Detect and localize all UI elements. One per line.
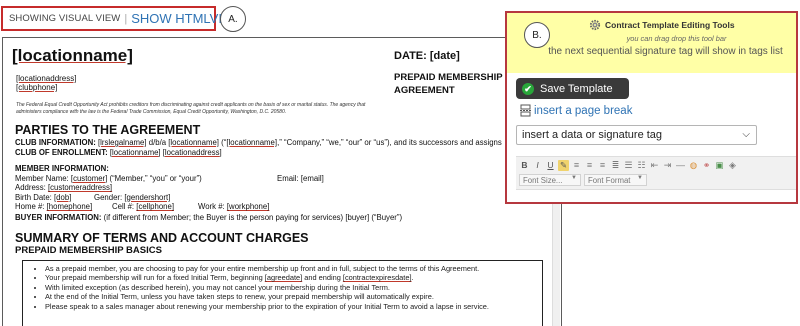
summary-heading: SUMMARY OF TERMS AND ACCOUNT CHARGES [15, 231, 309, 245]
parties-heading: PARTIES TO THE AGREEMENT [15, 123, 201, 137]
view-separator: | [124, 12, 128, 25]
data-tag-select[interactable]: insert a data or signature tag ⌵ [516, 125, 757, 145]
text-color-icon[interactable]: ◍ [688, 160, 699, 171]
tools-title: Contract Template Editing Tools [589, 19, 735, 31]
page-break-icon [520, 104, 531, 117]
tools-panel-drag-handle[interactable]: Contract Template Editing Tools you can … [507, 13, 796, 73]
location-name-tag: [locationname] [12, 46, 133, 65]
signature-tag-note: the next sequential signature tag will s… [548, 46, 783, 57]
highlight-icon[interactable]: ✎ [558, 160, 569, 171]
club-phone-tag: [clubphone] [16, 83, 58, 92]
italic-button[interactable]: I [532, 160, 543, 171]
basics-heading: PREPAID MEMBERSHIP BASICS [15, 245, 162, 256]
legal-notice: The Federal Equal Credit Opportunity Act… [16, 102, 366, 115]
chevron-down-icon: ▼ [637, 175, 643, 181]
document-editor[interactable]: [locationname] DATE: [date] [locationadd… [2, 37, 562, 326]
align-center-icon[interactable]: ≡ [584, 160, 595, 171]
chevron-down-icon: ⌵ [742, 129, 750, 140]
source-code-icon[interactable]: ◈ [727, 160, 738, 171]
check-icon: ✔ [522, 82, 534, 95]
location-address-block: [locationaddress] [clubphone] [16, 74, 76, 92]
insert-page-break-link[interactable]: insert a page break [519, 104, 632, 117]
align-left-icon[interactable]: ≡ [571, 160, 582, 171]
location-address-tag: [locationaddress] [16, 74, 77, 83]
terms-box: As a prepaid member, you are choosing to… [22, 260, 543, 326]
visual-view-label: SHOWING VISUAL VIEW [9, 13, 121, 24]
member-information: MEMBER INFORMATION: Member Name: [custom… [15, 164, 324, 212]
list-item: At the end of the Initial Term, unless y… [45, 292, 534, 301]
font-size-select[interactable]: Font Size... ▼ [519, 174, 581, 186]
view-switch: SHOWING VISUAL VIEW | SHOW HTMLVIEW [1, 6, 243, 31]
tools-subtitle: you can drag drop this tool bar [626, 34, 727, 43]
date-label: DATE: [date] [394, 50, 460, 62]
bold-button[interactable]: B [519, 160, 530, 171]
link-icon[interactable]: ⚭ [701, 160, 712, 171]
list-item: With limited exception (as described her… [45, 283, 534, 292]
callout-a: A. [220, 6, 246, 32]
justify-icon[interactable]: ≣ [610, 160, 621, 171]
bulleted-list-icon[interactable]: ☰ [623, 160, 634, 171]
gear-icon [589, 19, 601, 31]
club-information: CLUB INFORMATION: [lrslegalname] d/b/a [… [15, 138, 502, 157]
horizontal-rule-icon[interactable]: ― [675, 160, 686, 171]
list-item: Your prepaid membership will run for a f… [45, 273, 534, 282]
image-icon[interactable]: ▣ [714, 160, 725, 171]
format-toolbar: B I U ✎ ≡ ≡ ≡ ≣ ☰ ☷ ⇤ ⇥ ― ◍ ⚭ ▣ ◈ Font S… [516, 156, 796, 190]
numbered-list-icon[interactable]: ☷ [636, 160, 647, 171]
outdent-icon[interactable]: ⇤ [649, 160, 660, 171]
callout-b: B. [524, 22, 550, 48]
indent-icon[interactable]: ⇥ [662, 160, 673, 171]
chevron-down-icon: ▼ [571, 175, 577, 181]
buyer-information: BUYER INFORMATION: (if different from Me… [15, 213, 403, 222]
save-template-button[interactable]: ✔ Save Template [516, 78, 629, 99]
align-right-icon[interactable]: ≡ [597, 160, 608, 171]
underline-button[interactable]: U [545, 160, 556, 171]
list-item: Please speak to a sales manager about re… [45, 302, 534, 311]
font-format-select[interactable]: Font Format ▼ [584, 174, 647, 186]
list-item: As a prepaid member, you are choosing to… [45, 264, 534, 273]
